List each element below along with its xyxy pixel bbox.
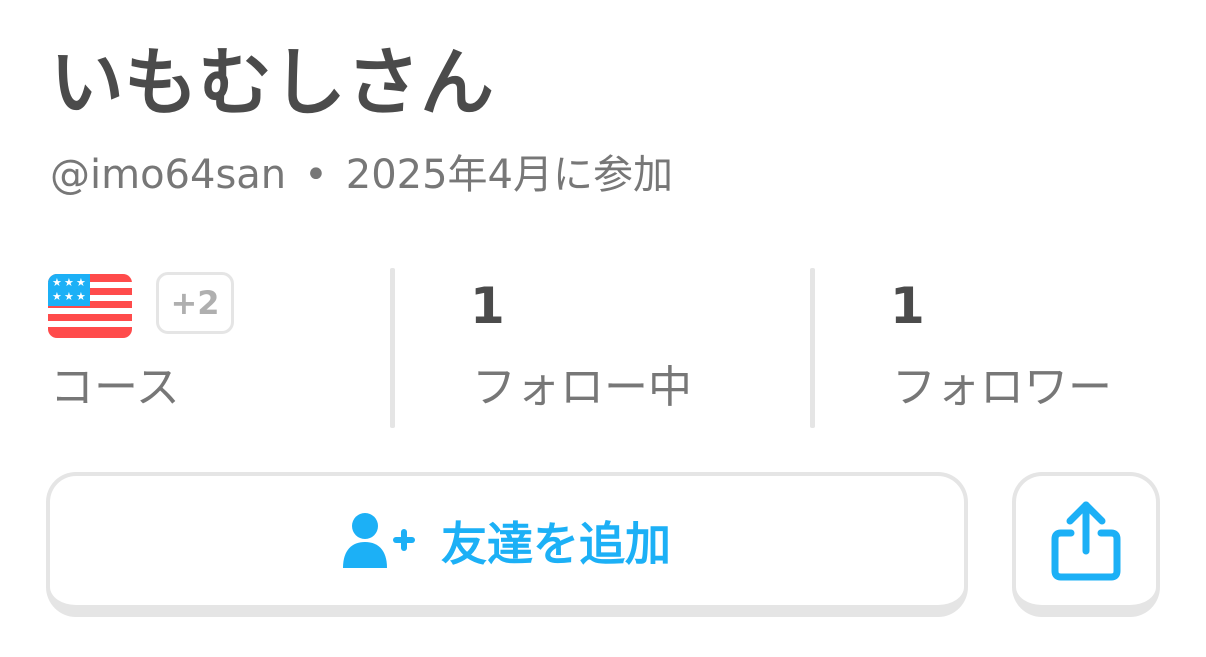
extra-courses-badge: +2: [156, 272, 234, 334]
profile-display-name: いもむしさん: [50, 40, 494, 126]
stat-divider: [810, 268, 815, 428]
share-button[interactable]: [1012, 472, 1160, 617]
add-friend-label: 友達を追加: [441, 516, 671, 571]
stat-courses[interactable]: ★ ★ ★ ★ ★ ★ +2 コース: [48, 268, 388, 428]
svg-text:★: ★: [64, 276, 74, 289]
add-friend-button[interactable]: 友達を追加: [46, 472, 968, 617]
svg-text:★: ★: [64, 290, 74, 303]
followers-count: 1: [890, 277, 925, 335]
profile-username: @imo64san: [50, 152, 287, 198]
followers-label: フォロワー: [892, 362, 1112, 413]
stat-followers[interactable]: 1 フォロワー: [890, 268, 1190, 428]
us-flag-icon: ★ ★ ★ ★ ★ ★: [48, 274, 132, 338]
svg-text:★: ★: [52, 290, 62, 303]
add-user-icon: [343, 512, 417, 570]
following-count: 1: [470, 277, 505, 335]
stat-divider: [390, 268, 395, 428]
profile-stats: ★ ★ ★ ★ ★ ★ +2 コース 1 フォロー中 1 フォロワー: [0, 268, 1206, 428]
profile-meta: @imo64san • 2025年4月に参加: [50, 148, 673, 202]
stat-following[interactable]: 1 フォロー中: [470, 268, 800, 428]
meta-separator: •: [304, 152, 328, 198]
courses-label: コース: [50, 362, 180, 413]
svg-text:★: ★: [52, 276, 62, 289]
svg-text:★: ★: [76, 290, 86, 303]
svg-text:★: ★: [76, 276, 86, 289]
share-icon: [1051, 501, 1121, 581]
following-label: フォロー中: [472, 362, 692, 413]
profile-joined-date: 2025年4月に参加: [345, 152, 673, 198]
